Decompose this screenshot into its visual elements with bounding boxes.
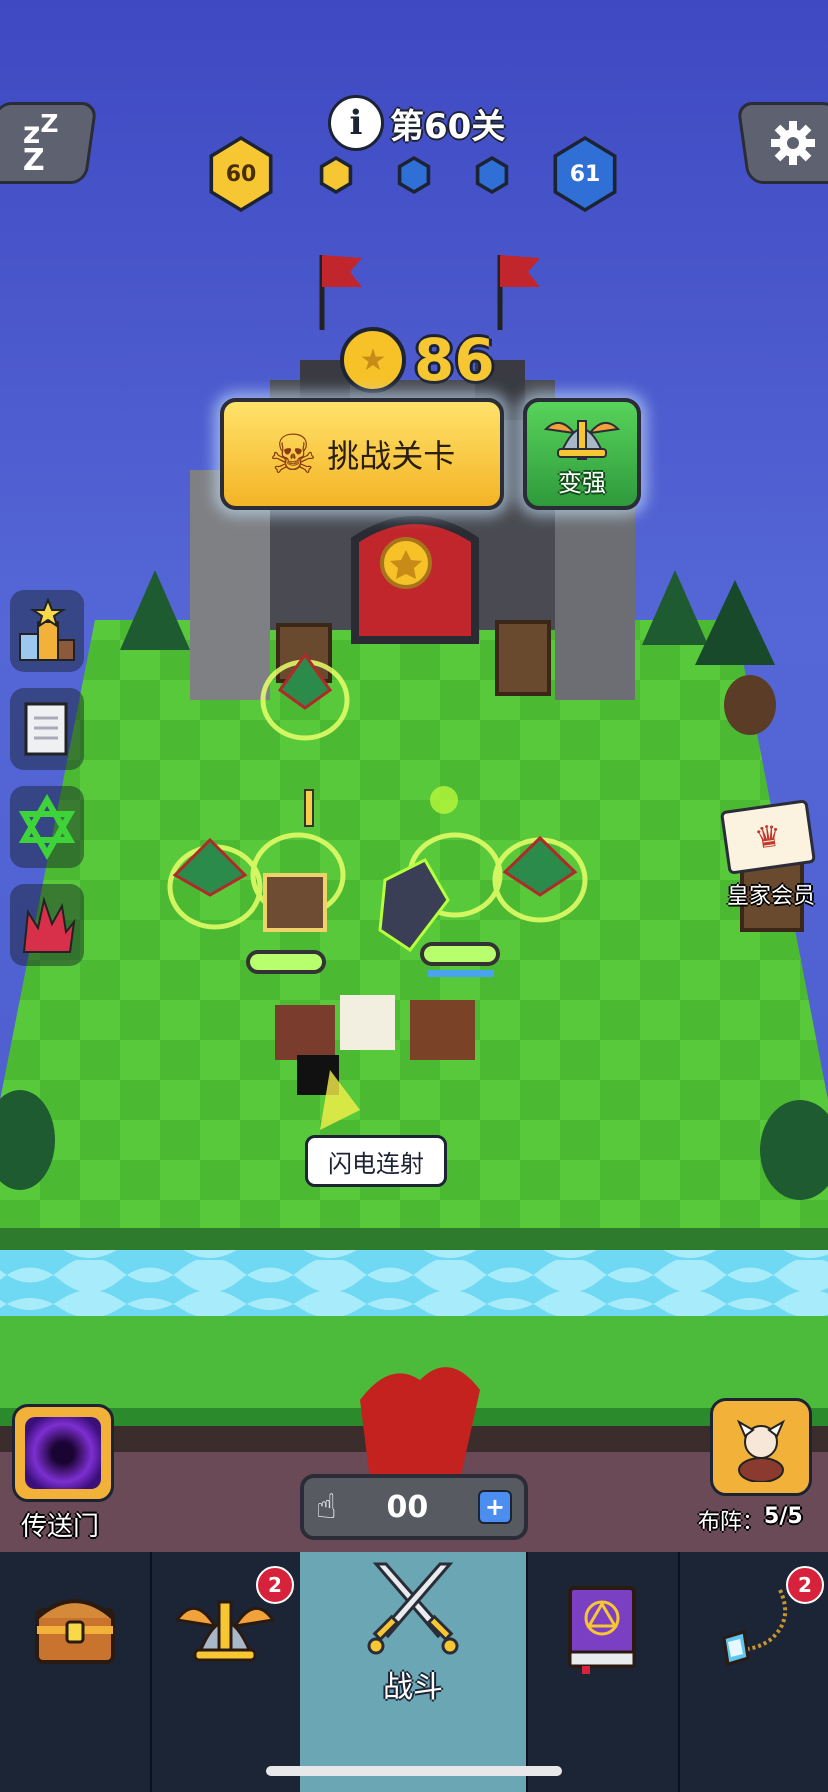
royal-member-card[interactable]: ♛: [719, 799, 817, 875]
claw-button[interactable]: [10, 884, 84, 966]
royal-member-label: 皇家会员: [726, 884, 815, 909]
portal-label: 传送门: [20, 1512, 99, 1542]
scroll-icon: [24, 702, 68, 756]
hero-portrait-icon: [736, 1419, 786, 1482]
coin-amount: 86: [414, 326, 495, 394]
trophy-icon: [19, 598, 75, 661]
amulet-icon: [722, 1589, 788, 1666]
nav-treasure[interactable]: [0, 1552, 152, 1792]
level-info[interactable]: i 第60关: [328, 95, 505, 151]
tap-count-value: 00: [386, 1489, 429, 1525]
royal-portrait-icon: ♛: [752, 817, 784, 857]
upgrade-label: 变强: [558, 468, 606, 497]
portal-icon: [25, 1417, 101, 1489]
nav-heroes[interactable]: 2: [150, 1552, 302, 1792]
hexagram-icon: [18, 794, 76, 860]
gear-icon: [771, 121, 815, 165]
info-icon: i: [328, 95, 384, 151]
sleep-button[interactable]: zZ Z: [0, 102, 98, 184]
winged-helmet-icon: [175, 1600, 275, 1662]
treasure-chest-icon: [35, 1599, 115, 1664]
challenge-label: 挑战关卡: [327, 437, 456, 475]
hexagram-button[interactable]: [10, 786, 84, 868]
formation-button[interactable]: [710, 1398, 812, 1496]
bottom-nav: 2 战斗 2: [0, 1552, 828, 1792]
claw-icon: [22, 896, 76, 953]
spellbook-icon: [568, 1586, 636, 1674]
skull-icon: ☠: [268, 422, 318, 486]
formation-value: 5/5: [764, 1504, 803, 1529]
portal-button[interactable]: [12, 1404, 114, 1502]
formation-label: 布阵：: [698, 1510, 765, 1535]
zzz-icon: zZ Z: [23, 108, 59, 178]
plus-icon: +: [484, 1493, 506, 1521]
coin-reward: ★ 86: [340, 325, 495, 395]
tap-hand-icon: ☝: [316, 1487, 337, 1527]
nav-battle-label: 战斗: [383, 1670, 443, 1705]
nav-amulet[interactable]: 2: [678, 1552, 828, 1792]
amulet-badge: 2: [786, 1566, 824, 1604]
challenge-level-button[interactable]: ☠ 挑战关卡: [220, 398, 504, 510]
home-indicator: [266, 1766, 562, 1776]
skill-tag: 闪电连射: [305, 1135, 447, 1187]
quest-scroll-button[interactable]: [10, 688, 84, 770]
nav-spellbook[interactable]: [526, 1552, 680, 1792]
coin-icon: ★: [340, 327, 406, 393]
level-title: 第60关: [390, 106, 506, 147]
heroes-badge: 2: [256, 1566, 294, 1604]
crossed-swords-icon: [367, 1562, 459, 1655]
upgrade-button[interactable]: 变强: [523, 398, 641, 510]
formation-status: 布阵： 5/5: [698, 1504, 828, 1536]
nav-battle[interactable]: 战斗: [300, 1552, 528, 1792]
ranking-button[interactable]: [10, 590, 84, 672]
tap-counter: ☝ 00 +: [300, 1474, 528, 1540]
settings-button[interactable]: [736, 102, 828, 184]
add-taps-button[interactable]: +: [477, 1490, 512, 1524]
winged-helmet-icon: [543, 419, 621, 460]
